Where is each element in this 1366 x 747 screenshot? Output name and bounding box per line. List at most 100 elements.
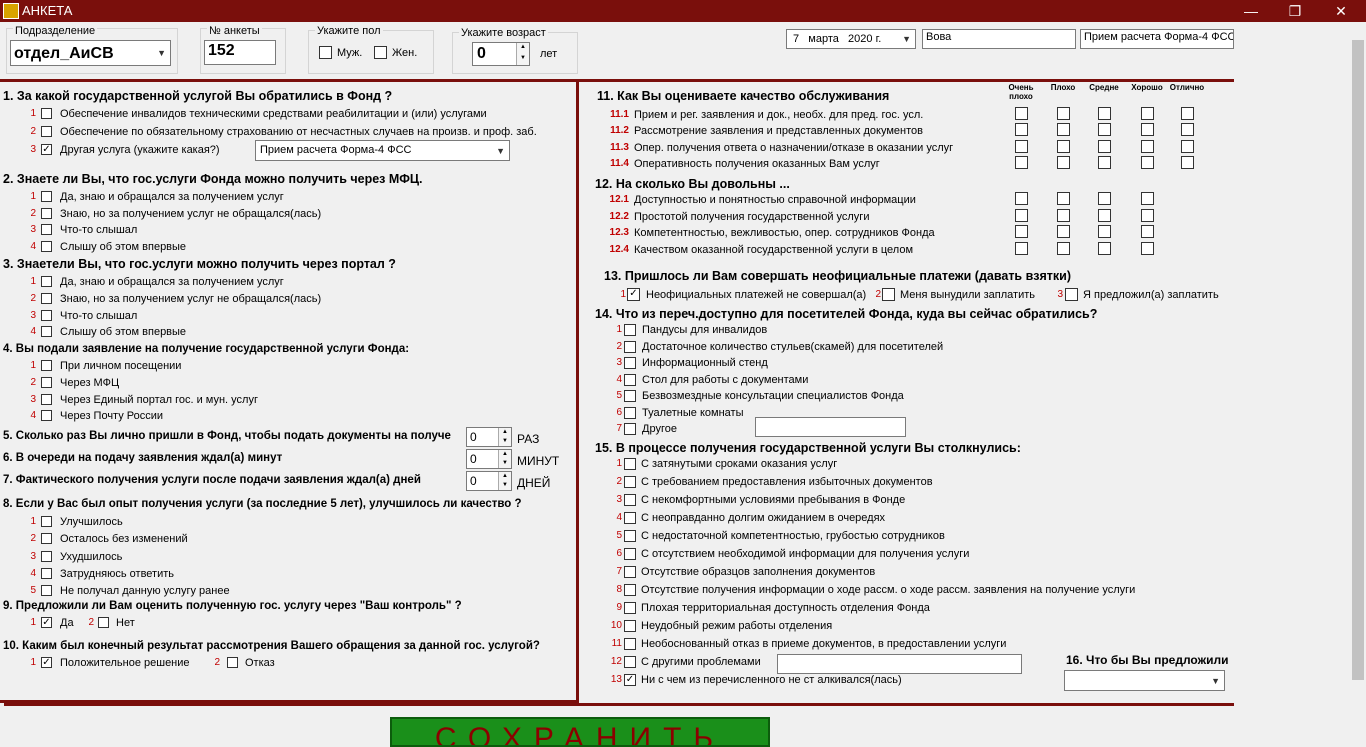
- rating-checkbox[interactable]: [1098, 208, 1111, 222]
- rating-checkbox[interactable]: [1015, 192, 1028, 205]
- age-stepper[interactable]: 0 ▲ ▼: [472, 42, 530, 66]
- count-stepper[interactable]: 0 ▲ ▼: [466, 471, 512, 491]
- user-field[interactable]: Вова: [922, 29, 1076, 49]
- other-service-select[interactable]: Прием расчета Форма-4 ФСС ▼: [255, 140, 510, 161]
- option-checkbox[interactable]: [41, 360, 52, 371]
- option-checkbox[interactable]: [41, 240, 52, 252]
- rating-checkbox[interactable]: [1141, 123, 1154, 137]
- rating-checkbox[interactable]: [1015, 225, 1028, 239]
- rating-checkbox[interactable]: [1098, 225, 1111, 239]
- questionnaire-number-field[interactable]: 152: [204, 40, 276, 65]
- suggestion-select[interactable]: ▼: [1064, 670, 1225, 691]
- save-button[interactable]: СОХРАНИТЬ: [390, 717, 770, 747]
- stepper-up-icon[interactable]: ▲: [498, 428, 511, 437]
- maximize-icon[interactable]: ❐: [1272, 0, 1318, 22]
- rating-checkbox[interactable]: [1057, 208, 1070, 222]
- rating-checkbox[interactable]: [1015, 139, 1028, 153]
- rating-checkbox[interactable]: [1057, 139, 1070, 153]
- rating-checkbox[interactable]: [1141, 139, 1154, 153]
- option-checkbox[interactable]: [41, 191, 52, 202]
- option-checkbox[interactable]: [41, 410, 52, 422]
- stepper-down-icon[interactable]: ▼: [516, 54, 529, 65]
- minimize-icon[interactable]: —: [1228, 0, 1274, 22]
- count-stepper[interactable]: 0 ▲ ▼: [466, 449, 512, 469]
- stepper-up-icon[interactable]: ▲: [516, 43, 529, 54]
- date-picker[interactable]: 7 марта 2020 г. ▼: [786, 29, 916, 49]
- option-checkbox[interactable]: [41, 292, 52, 304]
- other-amenity-field[interactable]: [755, 417, 906, 437]
- yes-checkbox[interactable]: ✓: [41, 617, 52, 628]
- option-checkbox[interactable]: [41, 276, 52, 287]
- option-checkbox[interactable]: ✓: [41, 144, 52, 155]
- service-field[interactable]: Прием расчета Форма-4 ФСС: [1080, 29, 1234, 49]
- option-checkbox[interactable]: [41, 326, 52, 338]
- option-checkbox[interactable]: ✓: [624, 674, 636, 686]
- rating-checkbox[interactable]: [1141, 225, 1154, 239]
- option-checkbox[interactable]: [41, 393, 52, 405]
- rating-checkbox[interactable]: [1098, 192, 1111, 205]
- option-checkbox[interactable]: [624, 406, 636, 419]
- option-checkbox[interactable]: [624, 423, 636, 435]
- option-checkbox[interactable]: [624, 638, 636, 650]
- rating-checkbox[interactable]: [1098, 155, 1111, 169]
- option-checkbox[interactable]: [41, 567, 52, 579]
- rating-checkbox[interactable]: [1057, 123, 1070, 137]
- option-checkbox[interactable]: [624, 324, 636, 336]
- option-checkbox[interactable]: [882, 288, 895, 301]
- rating-checkbox[interactable]: [1098, 123, 1111, 137]
- rating-checkbox[interactable]: [1057, 107, 1070, 120]
- option-checkbox[interactable]: [624, 373, 636, 386]
- rating-checkbox[interactable]: [1057, 192, 1070, 205]
- option-checkbox[interactable]: [624, 340, 636, 353]
- rating-checkbox[interactable]: [1181, 123, 1194, 137]
- rating-checkbox[interactable]: [1141, 107, 1154, 120]
- other-problem-field[interactable]: [777, 654, 1022, 674]
- option-checkbox[interactable]: [624, 548, 636, 560]
- rating-checkbox[interactable]: [1015, 107, 1028, 120]
- option-checkbox[interactable]: [624, 458, 636, 470]
- option-checkbox[interactable]: [41, 585, 52, 597]
- stepper-up-icon[interactable]: ▲: [498, 450, 511, 459]
- option-checkbox[interactable]: [41, 126, 52, 137]
- positive-checkbox[interactable]: ✓: [41, 657, 52, 668]
- option-checkbox[interactable]: [624, 620, 636, 632]
- option-checkbox[interactable]: [624, 494, 636, 506]
- option-checkbox[interactable]: [624, 390, 636, 402]
- rating-checkbox[interactable]: [1057, 155, 1070, 169]
- rating-checkbox[interactable]: [1098, 107, 1111, 120]
- rating-checkbox[interactable]: [1015, 155, 1028, 169]
- rating-checkbox[interactable]: [1181, 107, 1194, 120]
- rating-checkbox[interactable]: [1181, 139, 1194, 153]
- dept-select[interactable]: отдел_АиСВ ▼: [10, 40, 171, 66]
- rating-checkbox[interactable]: [1015, 123, 1028, 137]
- option-checkbox[interactable]: [624, 476, 636, 488]
- rating-checkbox[interactable]: [1141, 155, 1154, 169]
- rating-checkbox[interactable]: [1098, 139, 1111, 153]
- male-checkbox[interactable]: [319, 46, 332, 59]
- option-checkbox[interactable]: [41, 108, 52, 119]
- option-checkbox[interactable]: [41, 309, 52, 321]
- refusal-checkbox[interactable]: [227, 657, 238, 668]
- rating-checkbox[interactable]: [1141, 208, 1154, 222]
- option-checkbox[interactable]: [624, 602, 636, 614]
- option-checkbox[interactable]: [624, 512, 636, 524]
- count-stepper[interactable]: 0 ▲ ▼: [466, 427, 512, 447]
- rating-checkbox[interactable]: [1057, 241, 1070, 255]
- rating-checkbox[interactable]: [1141, 241, 1154, 255]
- rating-checkbox[interactable]: [1015, 241, 1028, 255]
- close-icon[interactable]: ✕: [1318, 0, 1364, 22]
- rating-checkbox[interactable]: [1098, 241, 1111, 255]
- rating-checkbox[interactable]: [1015, 208, 1028, 222]
- option-checkbox[interactable]: [624, 656, 636, 668]
- female-checkbox[interactable]: [374, 46, 387, 59]
- option-checkbox[interactable]: [41, 376, 52, 388]
- option-checkbox[interactable]: [624, 530, 636, 542]
- no-checkbox[interactable]: [98, 617, 109, 628]
- option-checkbox[interactable]: [41, 207, 52, 219]
- option-checkbox[interactable]: [624, 357, 636, 369]
- option-checkbox[interactable]: [41, 516, 52, 527]
- rating-checkbox[interactable]: [1057, 225, 1070, 239]
- option-checkbox[interactable]: ✓: [627, 288, 640, 301]
- stepper-down-icon[interactable]: ▼: [498, 459, 511, 468]
- option-checkbox[interactable]: [41, 224, 52, 235]
